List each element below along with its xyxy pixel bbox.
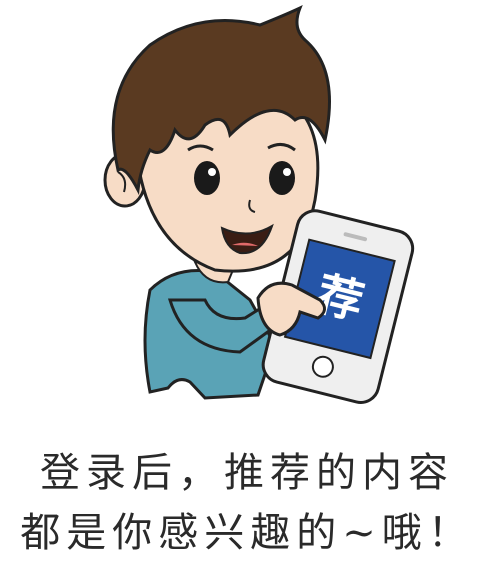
- caption-line-1: 登录后，推荐的内容: [40, 450, 454, 496]
- left-eye: [194, 161, 220, 195]
- caption-line-2: 都是你感兴趣的~哦！: [20, 510, 474, 556]
- boy-with-phone-illustration: 荐: [103, 5, 415, 404]
- right-eye: [269, 161, 295, 195]
